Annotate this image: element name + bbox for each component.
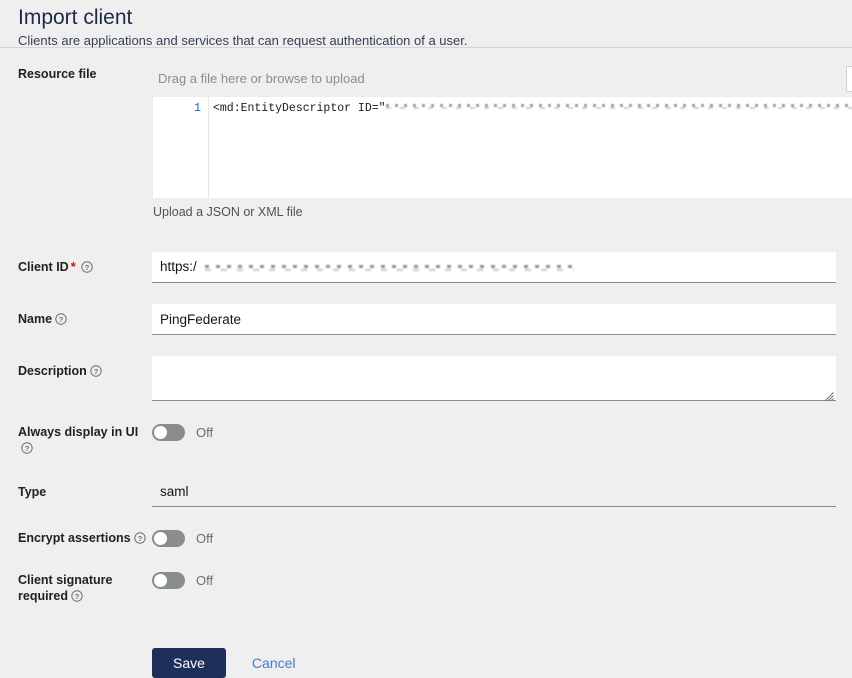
help-circle-icon[interactable]: ? bbox=[55, 313, 67, 325]
help-circle-icon[interactable]: ? bbox=[21, 442, 33, 454]
always-display-in-ui-label-text: Always display in UI bbox=[18, 425, 138, 439]
always-display-in-ui-toggle[interactable] bbox=[152, 424, 185, 441]
editor-line-number: 1 bbox=[194, 102, 201, 115]
client-id-label: Client ID*? bbox=[0, 252, 152, 275]
type-field bbox=[152, 477, 852, 507]
client-signature-required-state: Off bbox=[196, 573, 213, 588]
description-field bbox=[152, 356, 852, 401]
resource-file-label: Resource file bbox=[0, 66, 152, 82]
field-row-client-id: Client ID*? https:/ bbox=[0, 252, 852, 283]
page-title: Import client bbox=[18, 6, 852, 30]
type-input[interactable] bbox=[152, 477, 836, 507]
description-textarea[interactable] bbox=[152, 356, 836, 401]
field-row-name: Name? bbox=[0, 304, 852, 335]
encrypt-assertions-toggle-wrap: Off bbox=[152, 527, 836, 549]
drag-drop-hint: Drag a file here or browse to upload bbox=[152, 66, 846, 92]
resource-file-helper-text: Upload a JSON or XML file bbox=[152, 205, 852, 219]
file-content-editor[interactable]: 1 <md:EntityDescriptor ID=" pl-s bbox=[152, 96, 852, 199]
page-subtitle: Clients are applications and services th… bbox=[18, 33, 852, 49]
resource-file-field: Drag a file here or browse to upload Bro… bbox=[152, 66, 852, 219]
editor-line-gutter: 1 bbox=[153, 97, 209, 198]
client-signature-required-toggle[interactable] bbox=[152, 572, 185, 589]
client-signature-required-label: Client signature required? bbox=[0, 569, 132, 604]
name-label-text: Name bbox=[18, 312, 52, 326]
always-display-in-ui-field: Off bbox=[152, 421, 852, 443]
cancel-button[interactable]: Cancel bbox=[248, 648, 300, 678]
svg-text:?: ? bbox=[137, 534, 142, 543]
page-header: Import client Clients are applications a… bbox=[0, 0, 852, 48]
encrypt-assertions-state: Off bbox=[196, 531, 213, 546]
editor-redacted-content bbox=[386, 101, 852, 112]
always-display-in-ui-state: Off bbox=[196, 425, 213, 440]
client-id-field: https:/ bbox=[152, 252, 852, 283]
field-row-type: Type bbox=[0, 477, 852, 507]
client-id-input[interactable] bbox=[152, 252, 836, 283]
field-row-description: Description? bbox=[0, 356, 852, 401]
client-signature-required-label-text: Client signature required bbox=[18, 573, 112, 603]
help-circle-icon[interactable]: ? bbox=[90, 365, 102, 377]
always-display-in-ui-label: Always display in UI? bbox=[0, 421, 152, 456]
description-textarea-wrap bbox=[152, 356, 836, 401]
help-circle-icon[interactable]: ? bbox=[71, 590, 83, 602]
svg-text:?: ? bbox=[84, 263, 89, 272]
resource-file-label-text: Resource file bbox=[18, 67, 97, 81]
editor-code-prefix: <md:EntityDescriptor ID=" bbox=[213, 102, 386, 115]
toggle-knob bbox=[154, 426, 167, 439]
field-row-encrypt-assertions: Encrypt assertions? Off bbox=[0, 527, 852, 549]
form-actions: Save Cancel bbox=[0, 648, 852, 678]
field-row-resource-file: Resource file Drag a file here or browse… bbox=[0, 66, 852, 219]
svg-text:?: ? bbox=[93, 367, 98, 376]
client-signature-required-toggle-wrap: Off bbox=[152, 569, 836, 591]
type-label: Type bbox=[0, 477, 152, 500]
required-indicator: * bbox=[71, 259, 76, 274]
description-label: Description? bbox=[0, 356, 152, 379]
field-row-always-display-in-ui: Always display in UI? Off bbox=[0, 421, 852, 456]
svg-text:?: ? bbox=[25, 444, 30, 453]
svg-text:?: ? bbox=[59, 315, 64, 324]
name-label: Name? bbox=[0, 304, 152, 327]
always-display-in-ui-toggle-wrap: Off bbox=[152, 421, 836, 443]
save-button[interactable]: Save bbox=[152, 648, 226, 678]
encrypt-assertions-toggle[interactable] bbox=[152, 530, 185, 547]
editor-code-line: <md:EntityDescriptor ID=" bbox=[213, 101, 852, 116]
name-input[interactable] bbox=[152, 304, 836, 335]
browse-button[interactable]: Browse... bbox=[846, 66, 852, 92]
client-signature-required-field: Off bbox=[132, 569, 852, 591]
file-uploader-bar: Drag a file here or browse to upload Bro… bbox=[152, 66, 852, 92]
import-client-form: Resource file Drag a file here or browse… bbox=[0, 48, 852, 678]
encrypt-assertions-label: Encrypt assertions? bbox=[0, 527, 152, 546]
type-label-text: Type bbox=[18, 485, 46, 499]
svg-text:?: ? bbox=[75, 592, 80, 601]
encrypt-assertions-field: Off bbox=[152, 527, 852, 549]
help-circle-icon[interactable]: ? bbox=[81, 261, 93, 273]
toggle-knob bbox=[154, 532, 167, 545]
field-row-client-signature-required: Client signature required? Off bbox=[0, 569, 852, 604]
toggle-knob bbox=[154, 574, 167, 587]
encrypt-assertions-label-text: Encrypt assertions bbox=[18, 531, 131, 545]
name-field bbox=[152, 304, 852, 335]
help-circle-icon[interactable]: ? bbox=[134, 532, 146, 544]
description-label-text: Description bbox=[18, 364, 87, 378]
editor-code-area[interactable]: <md:EntityDescriptor ID=" pl-s bbox=[209, 97, 852, 198]
client-id-label-text: Client ID bbox=[18, 260, 69, 274]
client-id-input-wrap: https:/ bbox=[152, 252, 836, 283]
